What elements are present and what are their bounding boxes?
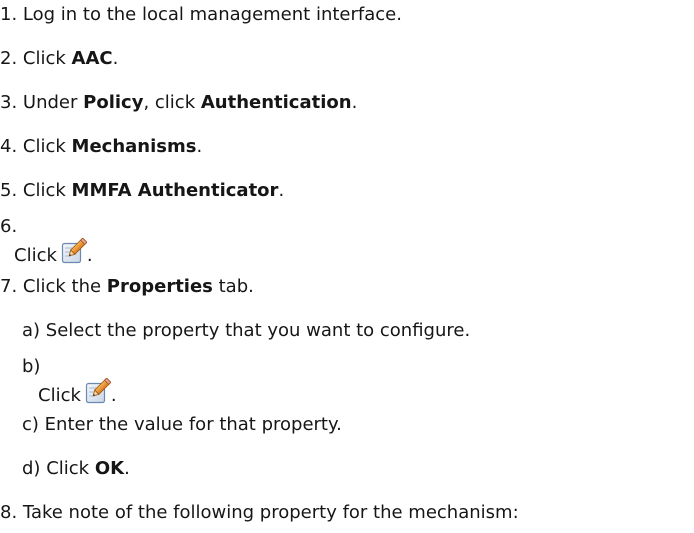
substep-c: c) Enter the value for that property. [22,414,342,436]
substep-label: a) [22,320,41,341]
substep-d: d) Click OK. [22,458,130,480]
step-3: 3. Under Policy, click Authentication. [0,92,357,114]
step-text-middle: , click [143,92,201,113]
ui-term-aac: AAC [71,48,113,69]
step-8: 8. Take note of the following property f… [0,502,519,524]
step-number: 5. [0,180,18,201]
step-text-suffix: . [86,245,93,266]
step-7: 7. Click the Properties tab. [0,276,254,298]
step-2: 2. Click AAC. [0,48,118,70]
substep-label: c) [22,414,39,435]
substep-text-prefix: Click [46,458,95,479]
ui-term-ok: OK [94,458,125,479]
step-number: 8. [0,502,18,523]
ui-term-mechanisms: Mechanisms [71,136,197,157]
ui-term-policy: Policy [83,92,144,113]
substep-label: b) [22,356,41,377]
step-5: 5. Click MMFA Authenticator. [0,180,284,202]
ui-term-authentication: Authentication [200,92,352,113]
step-text-suffix: . [278,180,285,201]
ui-term-mmfa-authenticator: MMFA Authenticator [71,180,279,201]
substep-label: d) [22,458,41,479]
step-text-prefix: Click [14,245,57,266]
substep-text-suffix: . [124,458,130,479]
step-text-prefix: Click the [22,276,107,297]
step-text: Log in to the local management interface… [22,4,402,25]
step-1: 1. Log in to the local management interf… [0,4,402,26]
step-text-prefix: Click [22,180,72,201]
step-number: 2. [0,48,18,69]
step-text-prefix: Under [22,92,84,113]
step-number: 1. [0,4,18,25]
edit-icon [61,238,87,264]
edit-icon [85,378,111,404]
substep-text-suffix: . [110,385,117,406]
ui-term-properties: Properties [106,276,213,297]
step-text-prefix: Click [22,48,72,69]
step-text-suffix: tab. [212,276,254,297]
step-number: 4. [0,136,18,157]
step-number: 7. [0,276,18,297]
substep-b: b) Click . [22,358,117,405]
step-4: 4. Click Mechanisms. [0,136,202,158]
step-6: 6. Click . [0,218,93,265]
step-text-suffix: . [112,48,119,69]
step-number: 6. [0,216,18,237]
step-text-suffix: . [196,136,203,157]
step-text-prefix: Click [22,136,72,157]
step-number: 3. [0,92,18,113]
substep-text: Enter the value for that property. [44,414,342,435]
substep-a: a) Select the property that you want to … [22,320,470,342]
substep-text: Select the property that you want to con… [45,320,471,341]
substep-text-prefix: Click [38,385,81,406]
step-text: Take note of the following property for … [22,502,519,523]
step-text-suffix: . [351,92,358,113]
